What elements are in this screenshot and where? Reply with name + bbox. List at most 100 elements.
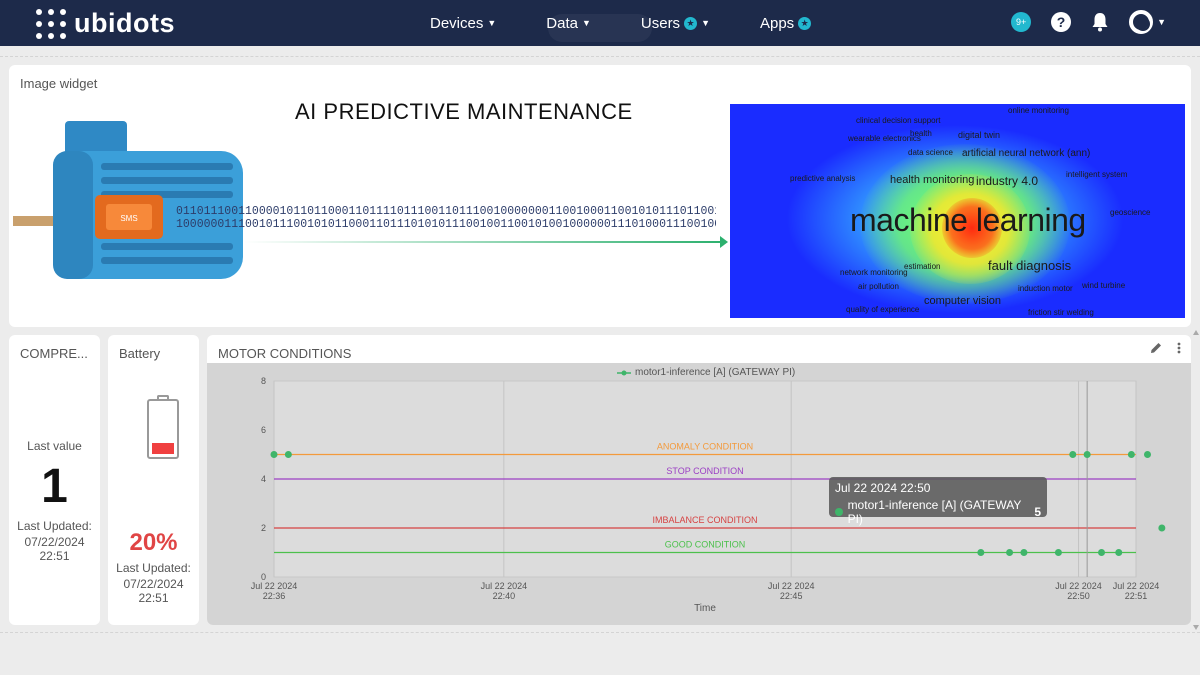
star-icon: ★ bbox=[684, 16, 698, 30]
wordcloud-term: induction motor bbox=[1018, 284, 1073, 293]
wordcloud-term: artificial neural network (ann) bbox=[962, 148, 1091, 159]
binary-stream: 0110111001100001011011000110111101110011… bbox=[176, 205, 716, 231]
x-tick-label: Jul 22 2024 bbox=[768, 581, 815, 591]
wordcloud-term: network monitoring bbox=[840, 268, 908, 277]
flow-arrow-line bbox=[244, 241, 724, 243]
reference-line-label: IMBALANCE CONDITION bbox=[652, 515, 757, 525]
data-point bbox=[270, 451, 278, 458]
battery-icon bbox=[147, 399, 179, 459]
star-icon: ★ bbox=[798, 16, 812, 30]
notifications-badge[interactable]: 9+ bbox=[1011, 12, 1032, 32]
wordcloud-term: clinical decision support bbox=[856, 116, 941, 125]
binary-line-1: 0110111001100001011011000110111101110011… bbox=[176, 205, 716, 218]
data-point bbox=[1069, 451, 1077, 458]
ml-heatmap-wordcloud: online monitoring clinical decision supp… bbox=[730, 104, 1185, 318]
x-tick-label: Jul 22 2024 bbox=[1113, 581, 1160, 591]
last-value: 1 bbox=[41, 460, 68, 513]
x-tick-label: 22:45 bbox=[780, 591, 803, 601]
wordcloud-term: wearable electronics bbox=[848, 134, 921, 143]
chart-area: motor1-inference [A] (GATEWAY PI) Jul 22… bbox=[207, 363, 1191, 625]
battery-level-fill bbox=[152, 442, 174, 454]
x-tick-label: Jul 22 2024 bbox=[481, 581, 528, 591]
wordcloud-term: data science bbox=[908, 148, 953, 157]
nav-devices-label: Devices bbox=[430, 14, 484, 32]
bell-icon[interactable] bbox=[1091, 12, 1109, 32]
main-nav: Devices ▼ Data ▼ Users ★ ▼ Apps ★ bbox=[430, 0, 861, 46]
tooltip-time: Jul 22 2024 22:50 bbox=[835, 481, 931, 495]
reference-line-label: GOOD CONDITION bbox=[665, 540, 746, 550]
last-updated-label: Last Updated: bbox=[116, 561, 191, 575]
caret-down-icon: ▼ bbox=[487, 18, 497, 28]
nav-users-label: Users bbox=[640, 14, 681, 32]
nav-data[interactable]: Data ▼ bbox=[546, 15, 591, 32]
header-actions: 9+ ? ▼ bbox=[1011, 10, 1166, 34]
wordcloud-term: online monitoring bbox=[1008, 106, 1069, 115]
nav-apps[interactable]: Apps ★ bbox=[759, 14, 812, 32]
battery-widget[interactable]: Battery 20% Last Updated: 07/22/2024 22:… bbox=[108, 335, 199, 625]
compressor-title: COMPRE... bbox=[20, 346, 88, 361]
wordcloud-term: health monitoring bbox=[890, 174, 975, 186]
nav-users[interactable]: Users ★ ▼ bbox=[641, 15, 710, 32]
y-tick-label: 8 bbox=[261, 376, 266, 386]
y-tick-label: 6 bbox=[261, 425, 266, 435]
motor-conditions-widget[interactable]: MOTOR CONDITIONS motor1-inference [A] (G… bbox=[207, 335, 1191, 625]
x-tick-label: 22:40 bbox=[493, 591, 516, 601]
help-icon[interactable]: ? bbox=[1051, 12, 1072, 32]
last-updated-time: 07/22/2024 22:51 bbox=[24, 535, 85, 563]
chart-legend[interactable]: motor1-inference [A] (GATEWAY PI) bbox=[617, 367, 795, 378]
chart-tooltip: Jul 22 2024 22:50 motor1-inference [A] (… bbox=[829, 477, 1047, 526]
tooltip-series: motor1-inference [A] (GATEWAY PI) bbox=[847, 498, 1022, 526]
legend-marker bbox=[617, 370, 631, 375]
caret-down-icon: ▼ bbox=[581, 18, 591, 28]
wordcloud-term: industry 4.0 bbox=[976, 174, 1039, 188]
motor-plate-text: SMS bbox=[120, 214, 137, 223]
pencil-icon[interactable] bbox=[1149, 341, 1163, 355]
legend-label: motor1-inference [A] (GATEWAY PI) bbox=[635, 367, 796, 378]
x-tick-label: 22:51 bbox=[1125, 591, 1148, 601]
data-point bbox=[977, 549, 985, 556]
x-tick-label: Jul 22 2024 bbox=[1055, 581, 1102, 591]
electric-motor-illustration: SMS bbox=[13, 121, 243, 279]
wordcloud-term: geoscience bbox=[1110, 208, 1151, 217]
nav-apps-label: Apps bbox=[759, 14, 795, 32]
caret-down-icon: ▼ bbox=[1157, 17, 1166, 27]
x-axis-label: Time bbox=[694, 603, 716, 614]
ubidots-logo[interactable]: ubidots bbox=[36, 8, 175, 39]
more-vertical-icon[interactable] bbox=[1177, 341, 1181, 355]
data-point bbox=[1127, 451, 1135, 458]
data-point bbox=[1158, 524, 1166, 532]
chart-title: MOTOR CONDITIONS bbox=[218, 346, 352, 361]
arrow-right-icon bbox=[720, 236, 728, 248]
image-widget[interactable]: Image widget AI PREDICTIVE MAINTENANCE S… bbox=[9, 65, 1191, 327]
ubidots-logo-icon bbox=[36, 8, 66, 39]
compressor-widget[interactable]: COMPRE... Last value 1 Last Updated: 07/… bbox=[9, 335, 100, 625]
data-point bbox=[1020, 549, 1028, 556]
nav-devices[interactable]: Devices ▼ bbox=[430, 15, 496, 32]
x-tick-label: Jul 22 2024 bbox=[251, 581, 298, 591]
last-updated-label: Last Updated: bbox=[17, 519, 92, 533]
tooltip-value: 5 bbox=[1034, 505, 1041, 519]
dashboard-canvas: Image widget AI PREDICTIVE MAINTENANCE S… bbox=[0, 56, 1200, 633]
wordcloud-term: predictive analysis bbox=[790, 174, 856, 183]
wordcloud-term: estimation bbox=[904, 262, 941, 271]
data-point bbox=[284, 451, 292, 458]
wordcloud-term: air pollution bbox=[858, 282, 899, 291]
data-point bbox=[1098, 549, 1106, 556]
wordcloud-term: wind turbine bbox=[1082, 281, 1126, 290]
reference-line-label: ANOMALY CONDITION bbox=[657, 442, 753, 452]
y-tick-label: 0 bbox=[261, 572, 266, 582]
wordcloud-term: friction stir welding bbox=[1028, 308, 1094, 317]
caret-down-icon: ▼ bbox=[701, 18, 710, 28]
y-tick-label: 4 bbox=[261, 474, 266, 484]
user-menu[interactable]: ▼ bbox=[1129, 10, 1166, 34]
brand-name: ubidots bbox=[74, 8, 175, 38]
page-scrollbar[interactable] bbox=[1192, 330, 1200, 630]
last-value-label: Last value bbox=[27, 439, 82, 453]
y-tick-label: 2 bbox=[261, 523, 266, 533]
x-tick-label: 22:50 bbox=[1067, 591, 1090, 601]
image-headline: AI PREDICTIVE MAINTENANCE bbox=[295, 99, 633, 124]
binary-line-2: 1000000111001011100101011000110111010101… bbox=[176, 218, 716, 231]
wordcloud-term: digital twin bbox=[958, 130, 1001, 140]
x-tick-label: 22:36 bbox=[263, 591, 286, 601]
battery-percent: 20% bbox=[129, 529, 178, 556]
